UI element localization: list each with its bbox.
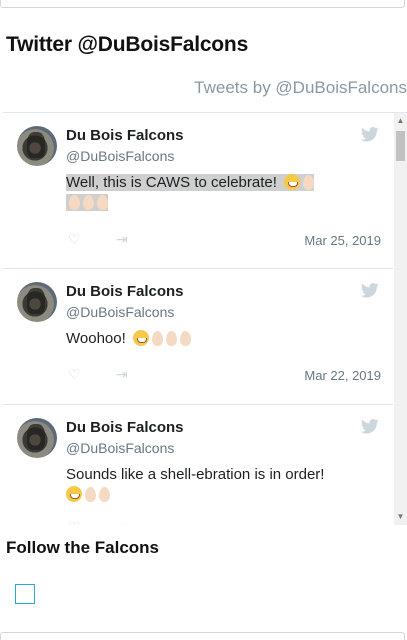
tweet-item[interactable]: Du Bois Falcons @DuBoisFalcons Woohoo! ♡… [3,269,393,405]
grinning-face-icon [284,174,301,190]
tweet-text: Sounds like a shell-ebration is in order… [66,465,361,505]
egg-icon [85,487,96,502]
tweet-author-name[interactable]: Du Bois Falcons [66,419,184,436]
egg-icon [303,175,315,190]
tweet-item[interactable]: Du Bois Falcons @DuBoisFalcons Sounds li… [3,405,393,525]
egg-icon [97,195,108,210]
tweet-actions: ♡ ⇥ [66,231,186,247]
tweet-text: Well, this is CAWS to celebrate! [66,173,361,213]
tweet-actions: ♡ ⇥ [66,519,186,525]
grinning-face-icon [66,486,82,502]
tweet-text: Woohoo! [66,329,361,349]
egg-icon [99,487,110,502]
follow-section-title: Follow the Falcons [6,538,160,557]
share-icon[interactable]: ⇥ [116,366,128,383]
tweet-author-handle[interactable]: @DuBoisFalcons [66,440,174,456]
tweet-author-name[interactable]: Du Bois Falcons [66,127,184,144]
twitter-bird-icon[interactable] [361,419,379,434]
tweet-date[interactable]: Mar 22, 2019 [304,368,381,383]
heart-icon[interactable]: ♡ [68,366,81,383]
tweet-author-handle[interactable]: @DuBoisFalcons [66,304,174,320]
section-title: Twitter @DuBoisFalcons [6,33,249,56]
feed-scrollbar[interactable]: ▲ ▼ [394,113,407,525]
tweet-date[interactable]: Mar 25, 2019 [304,233,381,248]
egg-icon [83,195,94,210]
tweet-author-name[interactable]: Du Bois Falcons [66,283,184,300]
top-widget-border [0,0,405,8]
avatar[interactable] [17,126,57,166]
scrollbar-thumb[interactable] [396,131,405,161]
scroll-up-arrow-icon[interactable]: ▲ [394,115,407,127]
bottom-widget-border [0,632,405,640]
twitter-bird-icon[interactable] [361,127,379,142]
tweet-text-content: Well, this is CAWS to celebrate! [66,174,277,191]
twitter-timeline[interactable]: Tweets by @DuBoisFalcons Du Bois Falcons… [3,70,407,525]
tweet-feed[interactable]: Du Bois Falcons @DuBoisFalcons Well, thi… [3,113,393,525]
tweet-author-handle[interactable]: @DuBoisFalcons [66,148,174,164]
share-icon[interactable]: ⇥ [116,231,128,248]
grinning-face-icon [132,330,149,346]
twitter-bird-icon[interactable] [361,283,379,298]
heart-icon[interactable]: ♡ [68,519,81,525]
heart-icon[interactable]: ♡ [68,231,81,248]
egg-icon [151,331,163,346]
tweet-text-content: Sounds like a shell-ebration is in order… [66,466,325,483]
tweet-item[interactable]: Du Bois Falcons @DuBoisFalcons Well, thi… [3,113,393,269]
timeline-header-link[interactable]: Tweets by @DuBoisFalcons [194,78,407,98]
checkbox-icon[interactable] [15,584,35,604]
avatar[interactable] [17,282,57,322]
egg-icon [179,331,191,346]
egg-icon [69,195,80,210]
tweet-actions: ♡ ⇥ [66,366,186,382]
share-icon[interactable]: ⇥ [116,519,128,525]
scroll-down-arrow-icon[interactable]: ▼ [394,511,407,523]
avatar[interactable] [17,418,57,458]
tweet-text-content: Woohoo! [66,330,126,347]
egg-icon [165,331,177,346]
